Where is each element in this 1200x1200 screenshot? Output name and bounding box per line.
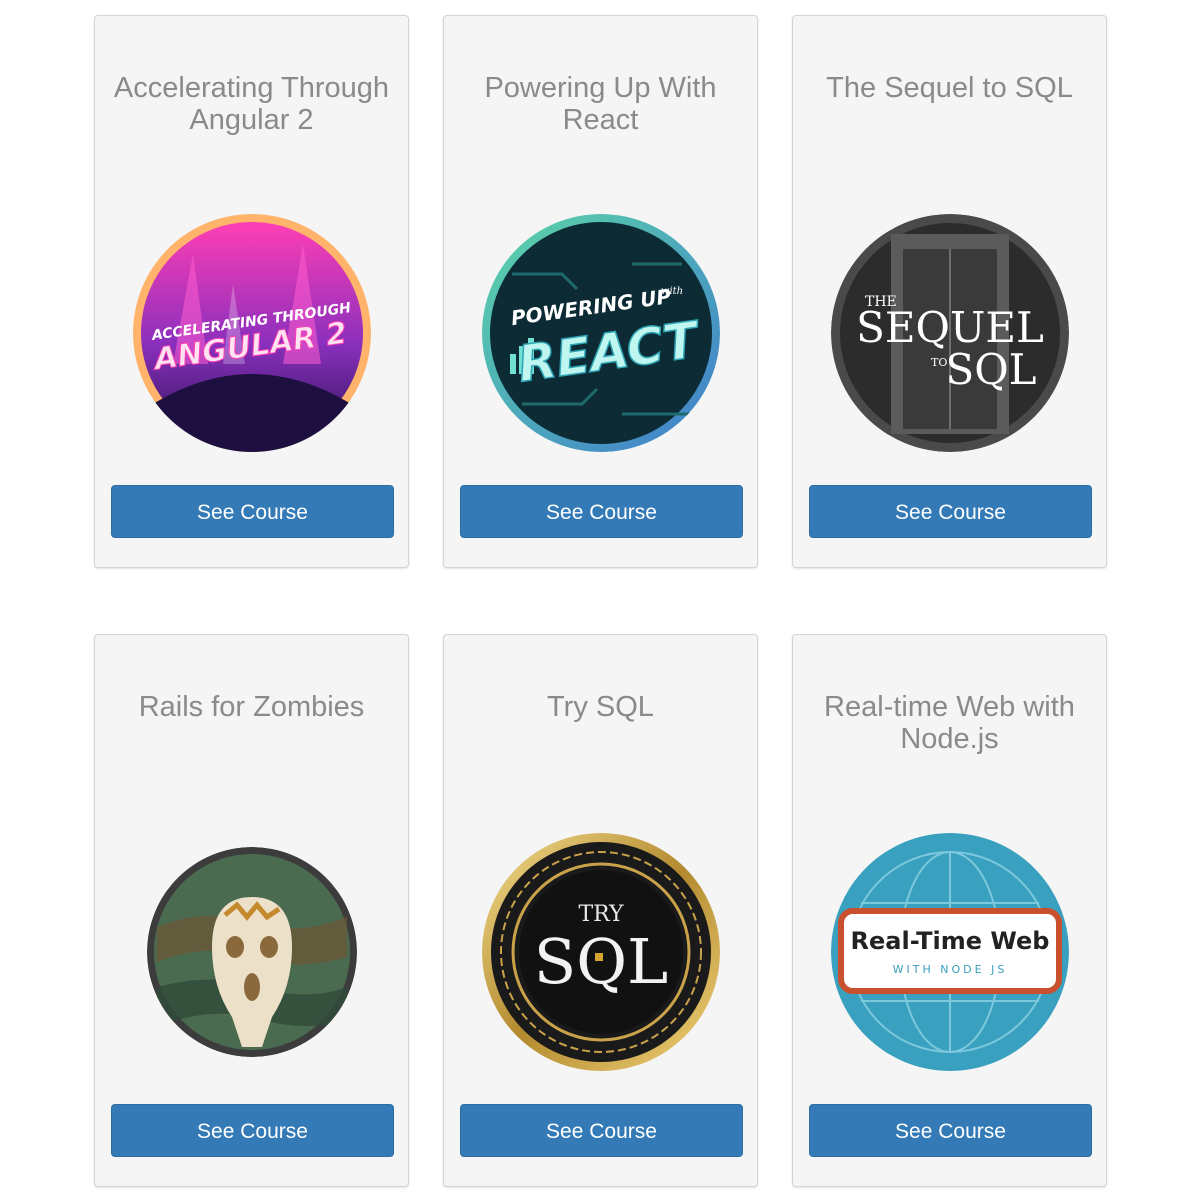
see-course-button[interactable]: See Course <box>809 485 1092 538</box>
react-badge-small-text: with <box>661 286 683 297</box>
course-card-rails-for-zombies: Rails for Zombies See Course <box>94 634 409 1187</box>
realtime-badge-sub-text: WITH NODE JS <box>893 963 1008 976</box>
see-course-button[interactable]: See Course <box>111 1104 394 1157</box>
course-card-sequel-to-sql: The Sequel to SQL THE SEQUEL TO SQL See … <box>792 15 1107 568</box>
see-course-button[interactable]: See Course <box>809 1104 1092 1157</box>
course-title: Try SQL <box>547 691 654 723</box>
try-sql-badge-image[interactable]: TRY SQL <box>482 833 720 1071</box>
course-title: Rails for Zombies <box>138 691 365 723</box>
see-course-button[interactable]: See Course <box>460 1104 743 1157</box>
zombies-badge-image[interactable] <box>147 847 357 1057</box>
course-title: Real-time Web with Node.js <box>824 691 1075 755</box>
realtime-badge-main-text: Real-Time Web <box>851 927 1050 955</box>
sequel-sql-badge-image[interactable]: THE SEQUEL TO SQL <box>831 214 1069 452</box>
see-course-button[interactable]: See Course <box>111 485 394 538</box>
see-course-button[interactable]: See Course <box>460 485 743 538</box>
realtime-node-badge-image[interactable]: Real-Time Web WITH NODE JS <box>831 833 1069 1071</box>
sequel-badge-end-text: SQL <box>945 345 1036 394</box>
angular-badge-image[interactable]: ACCELERATING THROUGH ANGULAR 2 <box>133 214 371 452</box>
course-card-realtime-node: Real-time Web with Node.js Real-Time Web… <box>792 634 1107 1187</box>
course-card-react: Powering Up With React POWERING UP with … <box>443 15 758 568</box>
react-badge-image[interactable]: POWERING UP with REACT <box>482 214 720 452</box>
try-sql-badge-top-text: TRY <box>578 902 624 927</box>
course-title: Accelerating Through Angular 2 <box>113 72 390 136</box>
course-title: The Sequel to SQL <box>826 72 1073 104</box>
try-sql-badge-main-text: SQL <box>534 925 668 998</box>
course-card-angular: Accelerating Through Angular 2 ACCELERAT… <box>94 15 409 568</box>
course-card-try-sql: Try SQL TRY SQL See Course <box>443 634 758 1187</box>
course-title: Powering Up With React <box>484 72 717 136</box>
